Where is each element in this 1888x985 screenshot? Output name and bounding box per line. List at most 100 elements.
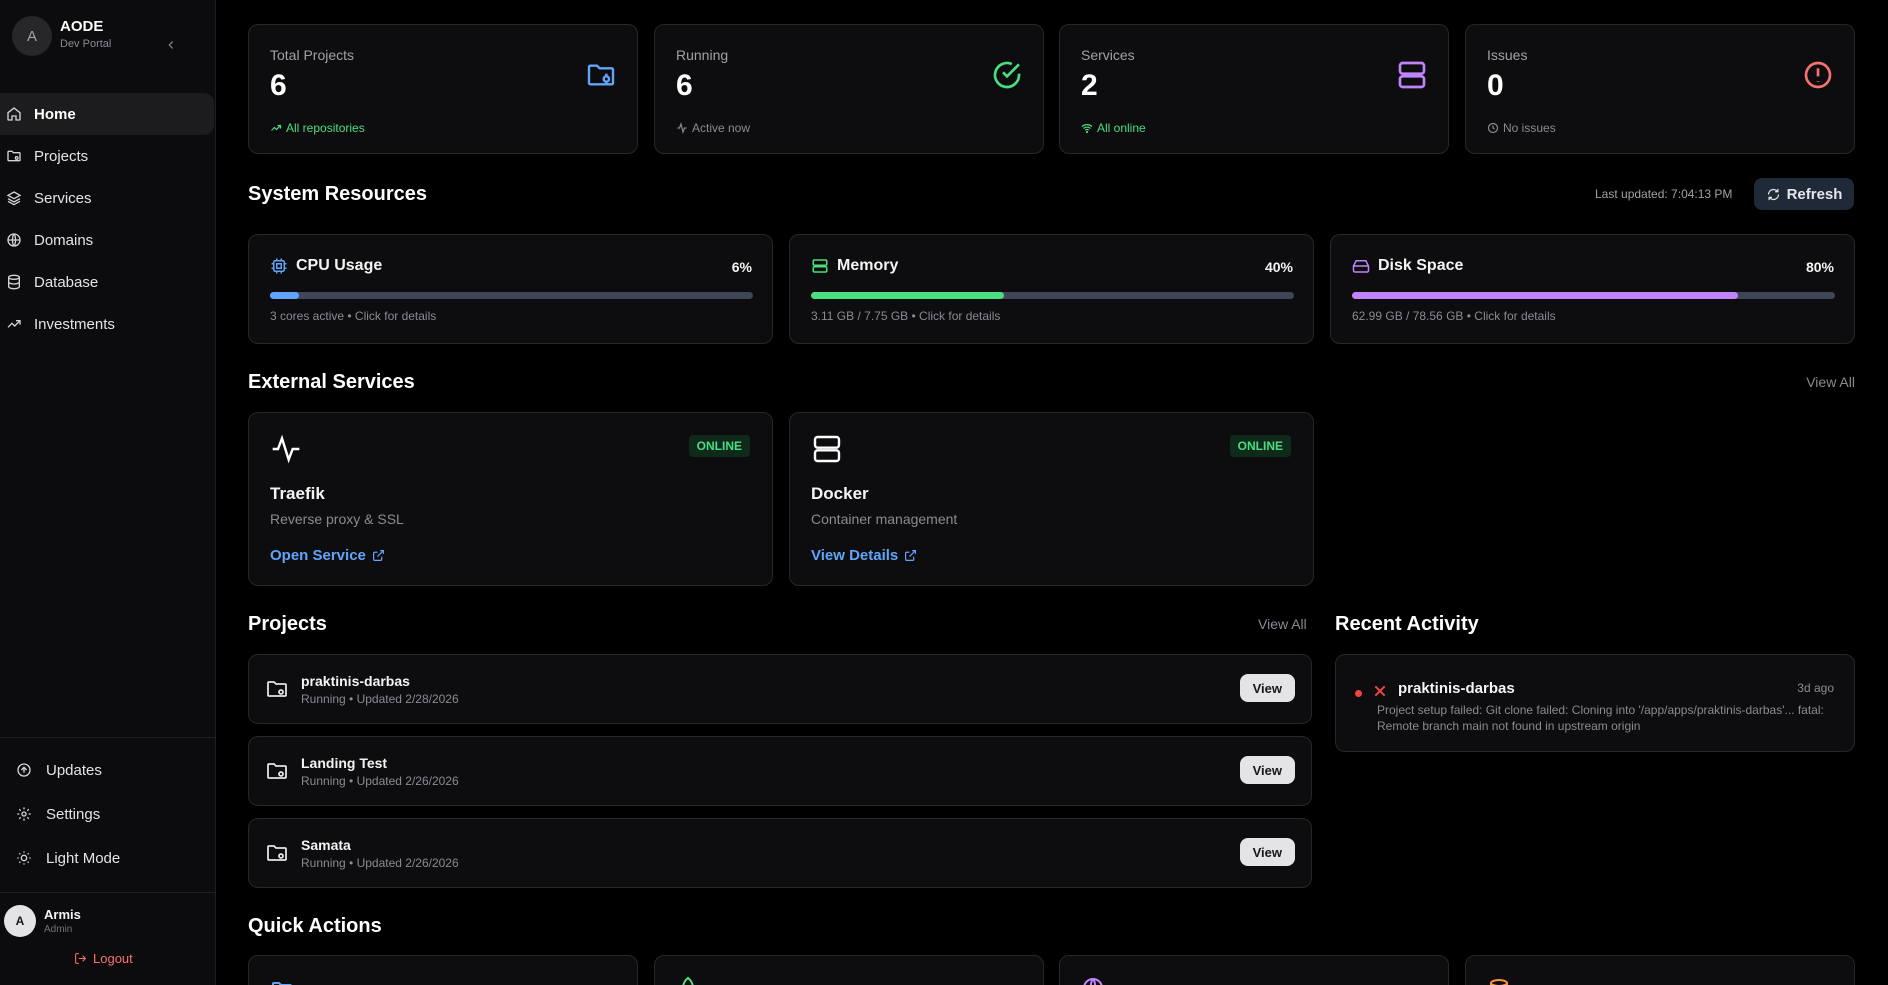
section-title-projects: Projects (248, 613, 327, 635)
arrow-up-circle-icon (16, 762, 32, 778)
database-icon (1487, 978, 1511, 985)
stat-label: Total Projects (270, 47, 355, 63)
view-project-button[interactable]: View (1239, 674, 1295, 702)
sidebar-item-label: Settings (46, 805, 101, 823)
sidebar-item-label: Domains (34, 231, 94, 249)
sidebar-item-label: Database (34, 273, 99, 291)
brand: A AODE Dev Portal (12, 14, 204, 62)
resource-name: Memory (837, 257, 899, 274)
hard-drive-icon (1352, 257, 1370, 275)
stat-value: 6 (676, 69, 693, 102)
link-label: Open Service (270, 547, 366, 564)
sun-icon (16, 850, 32, 866)
sidebar-item-investments[interactable]: Investments (0, 303, 214, 345)
sidebar-item-database[interactable]: Database (0, 261, 214, 303)
stat-card-running: Running 6 Active now (654, 24, 1044, 154)
user-name: Armis (44, 907, 81, 922)
section-title-system-resources: System Resources (248, 183, 427, 205)
stat-value: 2 (1081, 69, 1098, 102)
activity-item[interactable]: praktinis-darbas 3d ago Project setup fa… (1335, 654, 1855, 752)
clock-icon (1487, 122, 1499, 134)
resource-detail: 3 cores active • Click for details (270, 309, 437, 323)
quick-action-card[interactable] (1465, 955, 1855, 985)
user-box: A Armis Admin Logout (0, 892, 216, 985)
resource-name: Disk Space (1378, 257, 1464, 274)
external-link-icon (904, 549, 917, 562)
refresh-icon (1766, 187, 1781, 202)
resource-card-disk[interactable]: Disk Space 80% 62.99 GB / 78.56 GB • Cli… (1330, 234, 1855, 344)
sidebar-item-label: Projects (34, 147, 89, 165)
folder-icon (270, 978, 294, 985)
sidebar-item-updates[interactable]: Updates (0, 748, 214, 792)
projects-view-all-link[interactable]: View All (1258, 616, 1307, 632)
quick-action-card[interactable] (1059, 955, 1449, 985)
service-description: Container management (811, 511, 958, 527)
stat-card-services: Services 2 All online (1059, 24, 1449, 154)
service-name: Traefik (270, 484, 325, 503)
folder-icon (265, 841, 289, 865)
main-content: Total Projects 6 All repositories Runnin… (248, 0, 1855, 985)
globe-icon (1081, 976, 1105, 985)
resource-percent: 80% (1805, 259, 1834, 275)
resource-title: Memory (811, 257, 898, 275)
activity-icon (676, 122, 688, 134)
logout-button[interactable]: Logout (74, 951, 133, 966)
folder-icon (265, 759, 289, 783)
rocket-icon (676, 976, 700, 985)
sidebar-item-services[interactable]: Services (0, 177, 214, 219)
quick-action-card[interactable] (654, 955, 1044, 985)
collapse-sidebar-chevron-left-icon[interactable] (164, 38, 178, 52)
check-circle-icon (991, 59, 1023, 91)
resource-card-cpu[interactable]: CPU Usage 6% 3 cores active • Click for … (248, 234, 773, 344)
memory-usage-bar-fill (811, 292, 1005, 299)
disk-usage-bar (1352, 292, 1835, 299)
view-details-link[interactable]: View Details (811, 547, 917, 564)
stat-label: Running (676, 47, 729, 63)
service-name: Docker (811, 484, 869, 503)
stat-label: Services (1081, 47, 1135, 63)
sidebar-item-label: Services (34, 189, 92, 207)
layers-icon (6, 190, 22, 206)
brand-subtitle: Dev Portal (60, 38, 112, 50)
resource-percent: 6% (731, 259, 752, 275)
activity-icon (270, 433, 302, 465)
server-icon (1396, 59, 1428, 91)
project-row[interactable]: Samata Running • Updated 2/26/2026 View (248, 818, 1312, 888)
service-card-traefik: ONLINE Traefik Reverse proxy & SSL Open … (248, 412, 773, 586)
stat-foot: All online (1081, 121, 1146, 135)
cpu-usage-bar-fill (270, 292, 299, 299)
activity-description: Project setup failed: Git clone failed: … (1377, 703, 1824, 733)
quick-action-card[interactable] (248, 955, 638, 985)
open-service-link[interactable]: Open Service (270, 547, 385, 564)
trending-up-icon (6, 316, 22, 332)
external-services-view-all-link[interactable]: View All (1806, 374, 1855, 390)
resource-card-memory[interactable]: Memory 40% 3.11 GB / 7.75 GB • Click for… (789, 234, 1314, 344)
main-nav: Home Projects Services Domains Database … (0, 93, 216, 345)
project-row[interactable]: Landing Test Running • Updated 2/26/2026… (248, 736, 1312, 806)
database-icon (6, 274, 22, 290)
resource-detail: 3.11 GB / 7.75 GB • Click for details (811, 309, 1001, 323)
light-mode-toggle[interactable]: Light Mode (0, 836, 214, 880)
resource-title: Disk Space (1352, 257, 1463, 275)
sidebar-item-home[interactable]: Home (0, 93, 214, 135)
home-icon (6, 106, 22, 122)
sidebar-item-settings[interactable]: Settings (0, 792, 214, 836)
brand-avatar: A (12, 16, 52, 56)
stat-foot: Active now (676, 121, 750, 135)
view-project-button[interactable]: View (1239, 838, 1295, 866)
stat-foot-text: All repositories (286, 121, 365, 135)
wifi-icon (1081, 122, 1093, 134)
refresh-button[interactable]: Refresh (1754, 178, 1854, 210)
sidebar-item-projects[interactable]: Projects (0, 135, 214, 177)
project-name: praktinis-darbas (301, 673, 410, 689)
resource-name: CPU Usage (296, 257, 383, 274)
resource-detail: 62.99 GB / 78.56 GB • Click for details (1352, 309, 1556, 323)
cpu-icon (270, 257, 288, 275)
refresh-label: Refresh (1786, 185, 1843, 203)
stat-card-issues: Issues 0 No issues (1465, 24, 1855, 154)
sidebar-item-label: Investments (34, 315, 115, 333)
project-row[interactable]: praktinis-darbas Running • Updated 2/28/… (248, 654, 1312, 724)
cpu-usage-bar (270, 292, 753, 299)
sidebar-item-domains[interactable]: Domains (0, 219, 214, 261)
view-project-button[interactable]: View (1239, 756, 1295, 784)
